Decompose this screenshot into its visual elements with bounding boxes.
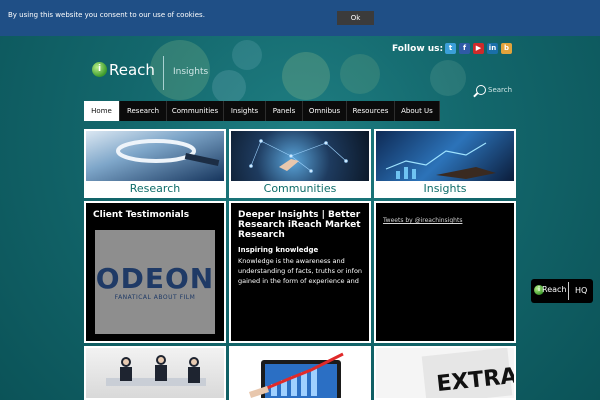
panel-title[interactable]: Deeper Insights | Better Research iReach… xyxy=(238,210,363,240)
tablet-chart-image[interactable] xyxy=(229,346,371,400)
nav-item-resources[interactable]: Resources xyxy=(347,101,395,121)
main-nav: Home Research Communities Insights Panel… xyxy=(84,101,440,121)
research-card[interactable]: Research xyxy=(84,129,226,198)
hq-label: HQ xyxy=(575,286,588,295)
cookie-bar: By using this website you consent to our… xyxy=(0,0,600,36)
twitter-icon[interactable]: t xyxy=(445,43,456,54)
panel-title: Client Testimonials xyxy=(93,210,190,220)
logo-subtitle: Insights xyxy=(173,67,209,77)
bokeh-decoration xyxy=(232,40,262,70)
search-box[interactable] xyxy=(476,84,524,98)
data-screen-image xyxy=(376,131,514,181)
insights-card[interactable]: Insights xyxy=(374,129,516,198)
magnifier-icon xyxy=(116,139,220,166)
logo-text: Reach xyxy=(109,61,155,79)
network-hand-image xyxy=(231,131,369,181)
tweets-panel: Tweets by @ireachinsights xyxy=(374,201,516,343)
cookie-message: By using this website you consent to our… xyxy=(8,11,205,19)
odeon-logo[interactable]: ODEON FANATICAL ABOUT FILM xyxy=(95,230,215,334)
hq-divider xyxy=(568,282,569,300)
magnifier-image xyxy=(86,131,224,181)
tweets-link[interactable]: Tweets by @ireachinsights xyxy=(383,217,462,224)
nav-item-communities[interactable]: Communities xyxy=(167,101,224,121)
search-input[interactable] xyxy=(488,84,524,96)
chart-icon xyxy=(385,142,496,179)
hq-logo-text: Reach xyxy=(542,285,567,294)
nav-item-panels[interactable]: Panels xyxy=(266,101,303,121)
newspaper-icon: EXTRA xyxy=(421,348,514,398)
network-icon xyxy=(249,139,348,173)
follow-us-label: Follow us: xyxy=(392,44,444,54)
deeper-insights-panel: Deeper Insights | Better Research iReach… xyxy=(229,201,371,343)
nav-item-insights[interactable]: Insights xyxy=(224,101,266,121)
odeon-logo-text: ODEON xyxy=(95,262,215,295)
logo-divider xyxy=(163,56,164,90)
communities-card[interactable]: Communities xyxy=(229,129,371,198)
logo-mark-icon: i xyxy=(92,62,107,77)
nav-item-omnibus[interactable]: Omnibus xyxy=(303,101,347,121)
bokeh-decoration xyxy=(212,70,246,104)
cookie-ok-button[interactable]: Ok xyxy=(337,11,374,25)
nav-item-about-us[interactable]: About Us xyxy=(395,101,440,121)
odeon-tagline: FANATICAL ABOUT FILM xyxy=(114,294,196,301)
card-label: Insights xyxy=(423,182,467,195)
card-label: Communities xyxy=(263,182,337,195)
youtube-icon[interactable]: ▶ xyxy=(473,43,484,54)
panel-subtitle: Inspiring knowledge xyxy=(238,246,319,254)
people-meeting-icon xyxy=(106,355,206,386)
business-meeting-image[interactable] xyxy=(84,346,226,400)
testimonials-panel: Client Testimonials ODEON FANATICAL ABOU… xyxy=(84,201,226,343)
nav-item-home[interactable]: Home xyxy=(84,101,120,121)
hq-badge[interactable]: i Reach HQ xyxy=(531,279,593,303)
linkedin-icon[interactable]: in xyxy=(487,43,498,54)
bokeh-decoration xyxy=(340,54,380,94)
bokeh-decoration xyxy=(430,60,466,96)
nav-item-research[interactable]: Research xyxy=(120,101,167,121)
tablet-chart-icon xyxy=(249,352,344,398)
blog-icon[interactable]: b xyxy=(501,43,512,54)
bokeh-decoration xyxy=(282,52,330,100)
card-label: Research xyxy=(129,182,181,195)
facebook-icon[interactable]: f xyxy=(459,43,470,54)
panel-body: Knowledge is the awareness and understan… xyxy=(238,257,363,285)
newspaper-image[interactable]: EXTRA xyxy=(374,346,516,400)
search-icon[interactable] xyxy=(476,85,486,95)
